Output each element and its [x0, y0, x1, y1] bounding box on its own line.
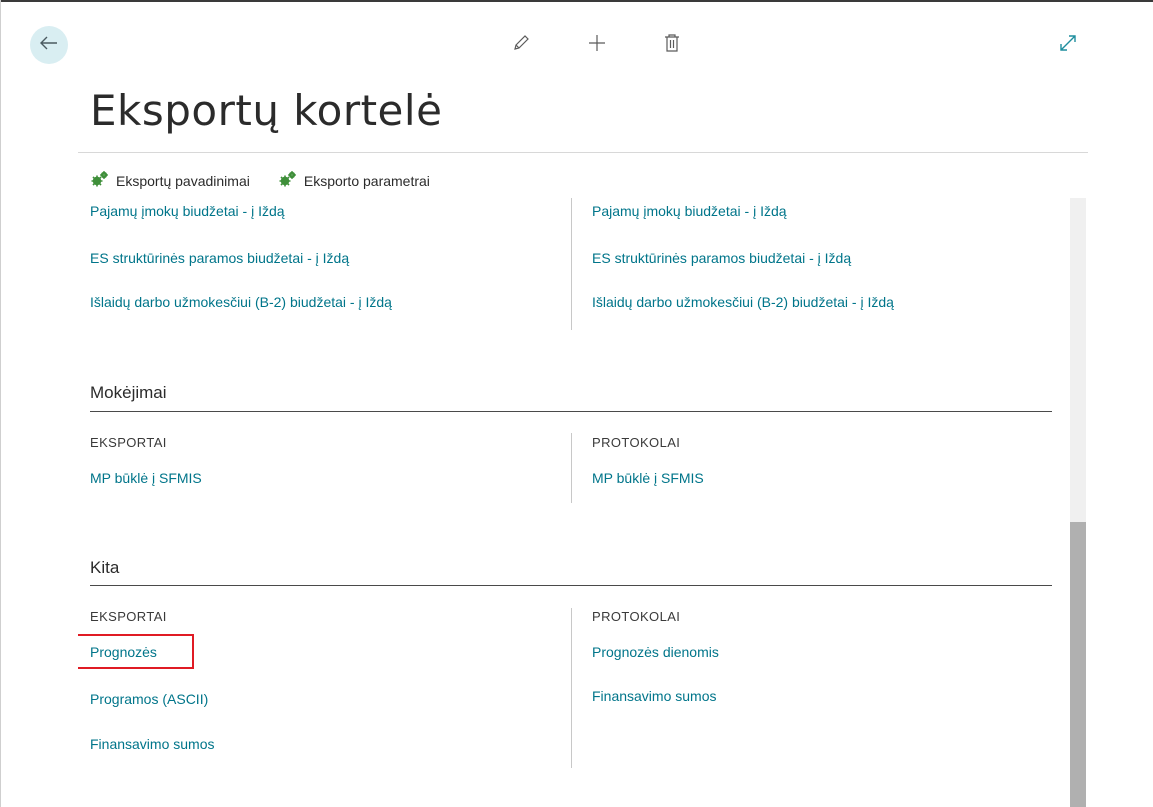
scrollbar-thumb[interactable] [1070, 522, 1086, 807]
export-parameters-label: Eksporto parametrai [303, 172, 430, 189]
link-right-es[interactable]: ES struktūrinės paramos biudžetai - į Iž… [592, 250, 851, 266]
link-finansavimo-sumos-export[interactable]: Finansavimo sumos [90, 736, 215, 752]
action-bar: Eksportų pavadinimai Eksporto parametrai [90, 170, 430, 191]
link-left-pajamu[interactable]: Pajamų įmokų biudžetai - į Iždą [90, 203, 285, 219]
section-title-mokejimai[interactable]: Mokėjimai [90, 383, 167, 403]
gears-icon [278, 170, 298, 191]
back-button[interactable] [30, 26, 68, 64]
expand-icon [1059, 34, 1077, 57]
edit-button[interactable] [508, 32, 534, 58]
export-names-label: Eksportų pavadinimai [116, 172, 250, 189]
delete-button[interactable] [659, 32, 685, 58]
link-right-pajamu[interactable]: Pajamų įmokų biudžetai - į Iždą [592, 203, 787, 219]
link-right-islaidu[interactable]: Išlaidų darbo užmokesčiui (B-2) biudžeta… [592, 294, 894, 310]
export-parameters-action[interactable]: Eksporto parametrai [278, 170, 430, 191]
gears-icon [90, 170, 110, 191]
link-finansavimo-sumos-protocol[interactable]: Finansavimo sumos [592, 688, 717, 704]
column-divider [571, 433, 572, 503]
add-icon [588, 34, 606, 57]
link-prognozes-dienomis[interactable]: Prognozės dienomis [592, 644, 719, 660]
back-arrow-icon [40, 36, 58, 55]
add-button[interactable] [584, 32, 610, 58]
mokejimai-protocols-header: PROTOKOLAI [592, 435, 681, 450]
kita-exports-header: EKSPORTAI [90, 609, 167, 624]
kita-protocols-header: PROTOKOLAI [592, 609, 681, 624]
column-divider [571, 608, 572, 768]
column-divider [571, 198, 572, 330]
window-top-border [0, 0, 1153, 2]
mokejimai-exports-header: EKSPORTAI [90, 435, 167, 450]
export-names-action[interactable]: Eksportų pavadinimai [90, 170, 250, 191]
delete-icon [664, 33, 680, 57]
section-divider [90, 411, 1052, 412]
highlight-box [78, 634, 194, 669]
title-divider [78, 152, 1088, 153]
page-title: Eksportų kortelė [90, 86, 443, 135]
link-programos-ascii[interactable]: Programos (ASCII) [90, 691, 208, 707]
section-title-kita[interactable]: Kita [90, 558, 119, 578]
expand-button[interactable] [1055, 32, 1081, 58]
link-mp-bukle-protocol[interactable]: MP būklė į SFMIS [592, 470, 704, 486]
window-left-border [0, 0, 1, 807]
section-divider [90, 585, 1052, 586]
link-left-es[interactable]: ES struktūrinės paramos biudžetai - į Iž… [90, 250, 349, 266]
edit-icon [512, 34, 530, 57]
link-left-islaidu[interactable]: Išlaidų darbo užmokesčiui (B-2) biudžeta… [90, 294, 392, 310]
content-area: Pajamų įmokų biudžetai - į Iždą ES struk… [78, 198, 1060, 807]
link-mp-bukle-export[interactable]: MP būklė į SFMIS [90, 470, 202, 486]
